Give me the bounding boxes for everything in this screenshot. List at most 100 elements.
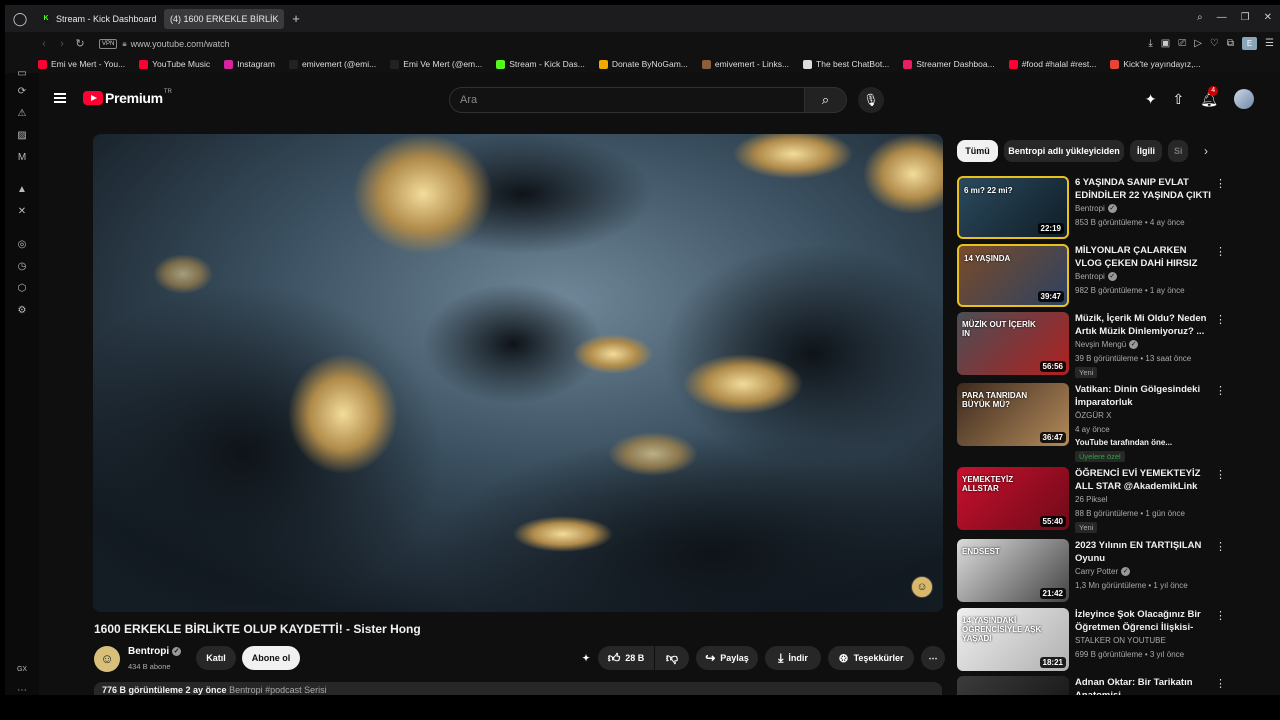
more-options-icon[interactable]: ⋮: [1215, 313, 1226, 326]
more-options-icon[interactable]: ⋮: [1215, 468, 1226, 481]
bookmark-item[interactable]: emivemert (@emi...: [288, 59, 376, 69]
recommendation-channel[interactable]: Carry Potter ✓: [1075, 567, 1131, 576]
reload-icon[interactable]: ↻: [71, 37, 89, 50]
user-avatar[interactable]: [1234, 89, 1254, 109]
hamburger-menu-icon[interactable]: [54, 93, 66, 103]
recommendation-channel[interactable]: 26 Piksel: [1075, 495, 1107, 504]
recommendation-channel[interactable]: ÖZGÜR X: [1075, 411, 1111, 420]
video-thumbnail[interactable]: MÜZİK OUT İÇERİK IN 56:56: [957, 312, 1069, 375]
lock-icon[interactable]: 🔒︎: [122, 39, 126, 49]
extensions-sidebar-icon[interactable]: ⬡: [15, 282, 29, 296]
recommendation-item[interactable]: ENDSEST 21:42 2023 Yılının EN TARTIŞILAN O…: [957, 539, 1257, 603]
share-button[interactable]: ↪ Paylaş: [696, 646, 758, 670]
notifications-button[interactable]: 🔔︎ 4: [1200, 85, 1219, 108]
download-icon[interactable]: ⤓: [1148, 38, 1152, 49]
aria-icon[interactable]: ⚠: [15, 107, 29, 121]
kick-sidebar-icon[interactable]: ▲: [15, 183, 29, 197]
chip-truncated[interactable]: Si: [1168, 140, 1188, 162]
minimize-button[interactable]: —: [1217, 12, 1227, 23]
voice-search-button[interactable]: 🎙︎: [858, 87, 884, 113]
recommendation-title[interactable]: 6 YAŞINDA SANIP EVLAT EDİNDİLER 22 YAŞIN…: [1075, 176, 1215, 202]
back-icon[interactable]: ‹: [35, 38, 53, 50]
recommendation-item[interactable]: PARA TANRIDAN BÜYÜK MÜ? 36:47 Vatikan: Din…: [957, 383, 1257, 462]
recommendation-title[interactable]: MİLYONLAR ÇALARKEN VLOG ÇEKEN DAHİ HIRSI…: [1075, 244, 1215, 270]
recommendation-item[interactable]: MÜZİK OUT İÇERİK IN 56:56 Müzik, İçerik Mi…: [957, 312, 1257, 378]
bookmark-item[interactable]: #food #halal #rest...: [1008, 59, 1096, 69]
url-field[interactable]: www.youtube.com/watch: [131, 39, 230, 49]
channel-avatar[interactable]: ☺: [94, 646, 120, 672]
like-button[interactable]: 👍︎ 28 B: [598, 646, 654, 670]
chip-related[interactable]: İlgili: [1130, 140, 1162, 162]
search-button[interactable]: ⌕: [805, 87, 847, 113]
recommendation-channel[interactable]: STALKER ON YOUTUBE: [1075, 636, 1166, 645]
tab-youtube-video[interactable]: ▶ (4) 1600 ERKEKLE BİRLİK: [39, 8, 284, 83]
download-button[interactable]: ⤓ İndir: [765, 646, 821, 670]
profile-avatar[interactable]: E: [1242, 37, 1258, 50]
sparkle-icon[interactable]: ✦: [1145, 91, 1157, 108]
description-box[interactable]: 776 B görüntüleme 2 ay önce Bentropi #po…: [94, 682, 942, 695]
search-tabs-icon[interactable]: ⌕: [1197, 12, 1203, 23]
more-actions-button[interactable]: ⋯: [921, 646, 945, 670]
bookmark-item[interactable]: Streamer Dashboa...: [903, 59, 995, 69]
bookmark-item[interactable]: Emi Ve Mert (@em...: [390, 59, 482, 69]
bookmark-item[interactable]: emivemert - Links...: [701, 59, 789, 69]
bookmark-item[interactable]: The best ChatBot...: [803, 59, 889, 69]
more-options-icon[interactable]: ⋮: [1215, 677, 1226, 690]
cast-icon[interactable]: ⎚: [1178, 38, 1186, 49]
sparkle-action-icon[interactable]: ✦: [575, 646, 597, 670]
twitch-icon[interactable]: ▨: [15, 129, 29, 143]
bookmark-item[interactable]: Kick'te yayındayız,...: [1110, 59, 1201, 69]
chip-all[interactable]: Tümü: [957, 140, 998, 162]
bookmark-item[interactable]: Emi ve Mert - You...: [38, 59, 125, 69]
chip-from-uploader[interactable]: Bentropi adlı yükleyiciden: [1004, 140, 1124, 162]
video-thumbnail[interactable]: 14 YAŞINDA 39:47: [957, 244, 1069, 307]
x-twitter-icon[interactable]: ✕: [15, 205, 29, 219]
more-icon[interactable]: ⋯: [15, 684, 29, 695]
extensions-icon[interactable]: ⧉: [1227, 38, 1234, 49]
recommendation-title[interactable]: ÖĞRENCİ EVİ YEMEKTEYİZ ALL STAR @Akademi…: [1075, 467, 1215, 493]
menu-icon[interactable]: ☰: [1265, 38, 1274, 49]
recommendation-item[interactable]: 6 mı? 22 mi? 22:19 6 YAŞINDA SANIP EVLAT E…: [957, 176, 1257, 240]
bookmark-item[interactable]: Stream - Kick Das...: [496, 59, 585, 69]
refresh-panel-icon[interactable]: ⟳: [15, 85, 29, 99]
heart-icon[interactable]: ♡: [1210, 38, 1219, 49]
recommendation-title[interactable]: Adnan Oktar: Bir Tarikatın Anatomisi: [1075, 676, 1215, 695]
dislike-button[interactable]: 👎︎: [655, 646, 689, 670]
player-icon[interactable]: ◎: [15, 238, 29, 252]
channel-watermark-icon[interactable]: ☺: [911, 576, 933, 598]
more-options-icon[interactable]: ⋮: [1215, 245, 1226, 258]
subscribe-button[interactable]: Abone ol: [242, 646, 300, 670]
thanks-button[interactable]: ⊛ Teşekkürler: [828, 646, 914, 670]
more-options-icon[interactable]: ⋮: [1215, 540, 1226, 553]
join-button[interactable]: Katıl: [196, 646, 236, 670]
bookmark-item[interactable]: YouTube Music: [139, 59, 210, 69]
recommendation-item[interactable]: Adnan Oktar: Bir Tarikatın Anatomisi⋮: [957, 676, 1257, 695]
recommendation-title[interactable]: Vatikan: Dinin Gölgesindeki İmparatorluk: [1075, 383, 1215, 409]
play-icon[interactable]: ▷: [1194, 38, 1202, 49]
settings-gear-icon[interactable]: ⚙: [15, 304, 29, 318]
video-thumbnail[interactable]: [957, 676, 1069, 695]
forward-icon[interactable]: ›: [53, 38, 71, 50]
recommendation-channel[interactable]: Bentropi ✓: [1075, 204, 1117, 213]
tab-kick-dashboard[interactable]: K Stream - Kick Dashboard: [35, 9, 161, 29]
more-options-icon[interactable]: ⋮: [1215, 384, 1226, 397]
recommendation-item[interactable]: 14 YAŞINDAKİ ÖĞRENCİSİYLE AŞK YAŞADI 18:2…: [957, 608, 1257, 672]
video-player[interactable]: ☺: [93, 134, 943, 612]
upload-icon[interactable]: ⇧: [1172, 91, 1184, 108]
video-thumbnail[interactable]: 14 YAŞINDAKİ ÖĞRENCİSİYLE AŞK YAŞADI 18:2…: [957, 608, 1069, 671]
search-input[interactable]: Ara: [449, 87, 805, 113]
recommendation-title[interactable]: 2023 Yılının EN TARTIŞILAN Oyunu: [1075, 539, 1215, 565]
bookmark-item[interactable]: Donate ByNoGam...: [598, 59, 688, 69]
video-thumbnail[interactable]: 6 mı? 22 mi? 22:19: [957, 176, 1069, 239]
recommendation-channel[interactable]: Bentropi ✓: [1075, 272, 1117, 281]
bookmark-item[interactable]: Instagram: [224, 59, 275, 69]
close-button[interactable]: ✕: [1264, 12, 1272, 23]
recommendation-title[interactable]: İzleyince Şok Olacağınız Bir Öğretmen Öğ…: [1075, 608, 1215, 634]
recommendation-title[interactable]: Müzik, İçerik Mi Oldu? Neden Artık Müzik…: [1075, 312, 1215, 338]
maximize-button[interactable]: ❐: [1241, 12, 1250, 23]
recommendation-channel[interactable]: Nevşin Mengü ✓: [1075, 340, 1139, 349]
gmail-icon[interactable]: M: [15, 151, 29, 165]
new-tab-button[interactable]: +: [289, 11, 303, 26]
video-thumbnail[interactable]: ENDSEST 21:42: [957, 539, 1069, 602]
video-thumbnail[interactable]: PARA TANRIDAN BÜYÜK MÜ? 36:47: [957, 383, 1069, 446]
